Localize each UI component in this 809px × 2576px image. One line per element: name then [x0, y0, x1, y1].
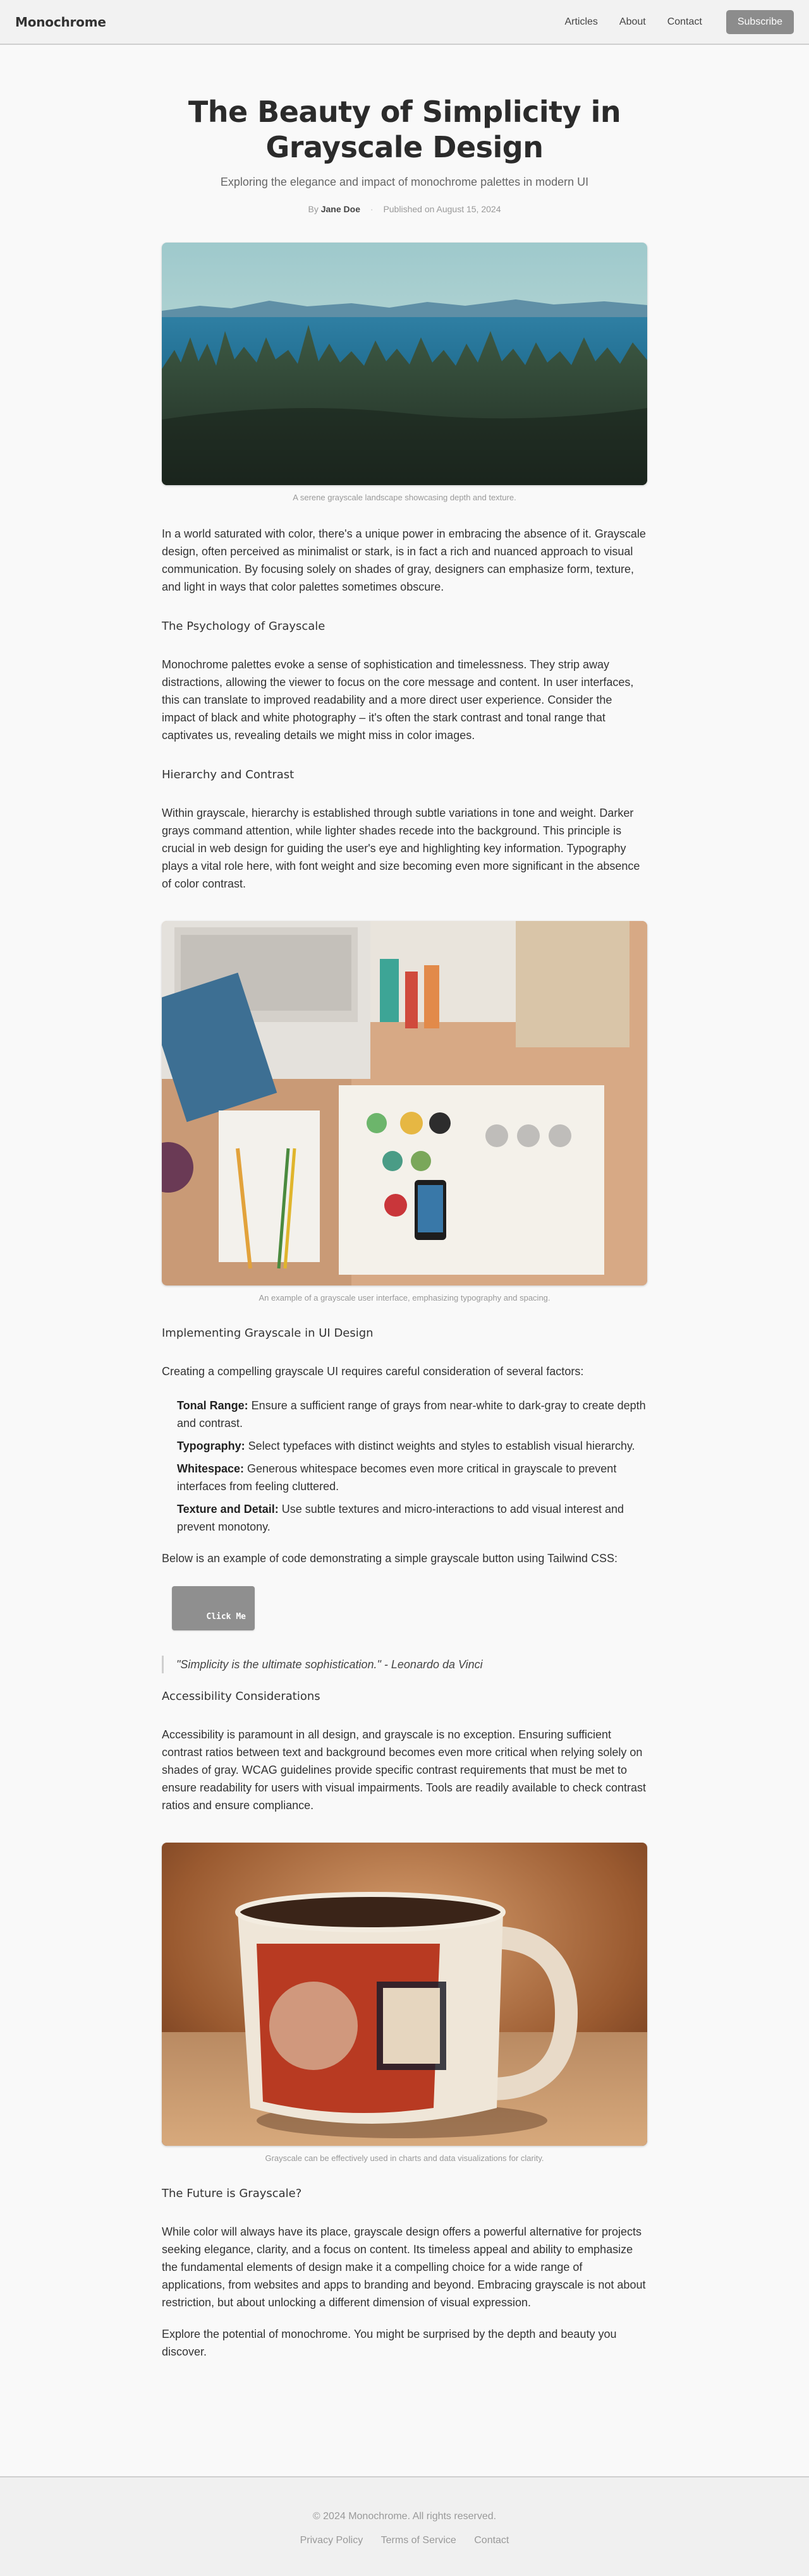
footer-links: Privacy Policy Terms of Service Contact: [0, 2535, 809, 2546]
code-intro-paragraph: Below is an example of code demonstratin…: [162, 1552, 618, 1565]
desk-image: [162, 921, 647, 1285]
article-title: The Beauty of Simplicity in Grayscale De…: [188, 95, 621, 164]
site-header: Monochrome Articles About Contact Subscr…: [0, 0, 809, 45]
hierarchy-paragraph: Within grayscale, hierarchy is establish…: [162, 807, 640, 890]
footer-link-terms[interactable]: Terms of Service: [381, 2535, 456, 2546]
factor-term: Typography:: [177, 1440, 245, 1452]
article-meta: By Jane Doe · Published on August 15, 20…: [162, 204, 647, 214]
factors-list: Tonal Range: Ensure a sufficient range o…: [162, 1397, 647, 1536]
mug-image: [162, 1843, 647, 2146]
heading-psychology: The Psychology of Grayscale: [162, 620, 325, 633]
byline-prefix: By: [308, 204, 319, 214]
main-nav: Articles About Contact Subscribe: [543, 9, 794, 34]
subscribe-button[interactable]: Subscribe: [726, 9, 794, 34]
code-example: Click Me: [162, 1586, 647, 1630]
nav-link-articles[interactable]: Articles: [564, 16, 597, 28]
site-footer: © 2024 Monochrome. All rights reserved. …: [0, 2476, 809, 2576]
list-item: Tonal Range: Ensure a sufficient range o…: [177, 1397, 647, 1432]
list-item: Texture and Detail: Use subtle textures …: [177, 1500, 647, 1536]
click-me-button[interactable]: Click Me: [172, 1586, 255, 1630]
davinci-quote: "Simplicity is the ultimate sophisticati…: [162, 1656, 647, 1673]
copyright-text: © 2024 Monochrome. All rights reserved.: [312, 2511, 497, 2522]
desk-figure: An example of a grayscale user interface…: [162, 921, 647, 1303]
heading-hierarchy: Hierarchy and Contrast: [162, 768, 295, 781]
mug-figure: Grayscale can be effectively used in cha…: [162, 1843, 647, 2163]
intro-paragraph: In a world saturated with color, there's…: [162, 527, 646, 593]
accessibility-paragraph: Accessibility is paramount in all design…: [162, 1728, 647, 1812]
publish-date: Published on August 15, 2024: [383, 204, 501, 214]
heading-future: The Future is Grayscale?: [162, 2187, 302, 2200]
list-item: Whitespace: Generous whitespace becomes …: [177, 1460, 647, 1495]
implementing-paragraph: Creating a compelling grayscale UI requi…: [162, 1365, 584, 1378]
factor-desc: Select typefaces with distinct weights a…: [245, 1440, 635, 1452]
list-item: Typography: Select typefaces with distin…: [177, 1437, 647, 1455]
landscape-image: [162, 243, 647, 485]
factor-term: Texture and Detail:: [177, 1503, 279, 1515]
click-me-label: Click Me: [206, 1612, 246, 1622]
footer-link-contact[interactable]: Contact: [474, 2535, 509, 2546]
landscape-caption: A serene grayscale landscape showcasing …: [293, 493, 516, 502]
meta-separator: ·: [370, 204, 374, 214]
factor-term: Tonal Range:: [177, 1399, 248, 1412]
nav-link-contact[interactable]: Contact: [667, 16, 702, 28]
heading-accessibility: Accessibility Considerations: [162, 1690, 320, 1703]
nav-link-about[interactable]: About: [619, 16, 646, 28]
future-paragraph: While color will always have its place, …: [162, 2225, 646, 2309]
article: The Beauty of Simplicity in Grayscale De…: [162, 45, 647, 2361]
mug-caption: Grayscale can be effectively used in cha…: [265, 2153, 544, 2163]
author-name: Jane Doe: [320, 204, 360, 214]
footer-link-privacy[interactable]: Privacy Policy: [300, 2535, 363, 2546]
closing-paragraph: Explore the potential of monochrome. You…: [162, 2328, 617, 2358]
brand-logo[interactable]: Monochrome: [15, 15, 106, 30]
factor-term: Whitespace:: [177, 1462, 245, 1475]
landscape-figure: A serene grayscale landscape showcasing …: [162, 243, 647, 502]
desk-caption: An example of a grayscale user interface…: [259, 1293, 550, 1303]
heading-implementing: Implementing Grayscale in UI Design: [162, 1327, 374, 1340]
psychology-paragraph: Monochrome palettes evoke a sense of sop…: [162, 658, 634, 742]
article-subtitle: Exploring the elegance and impact of mon…: [220, 176, 589, 188]
